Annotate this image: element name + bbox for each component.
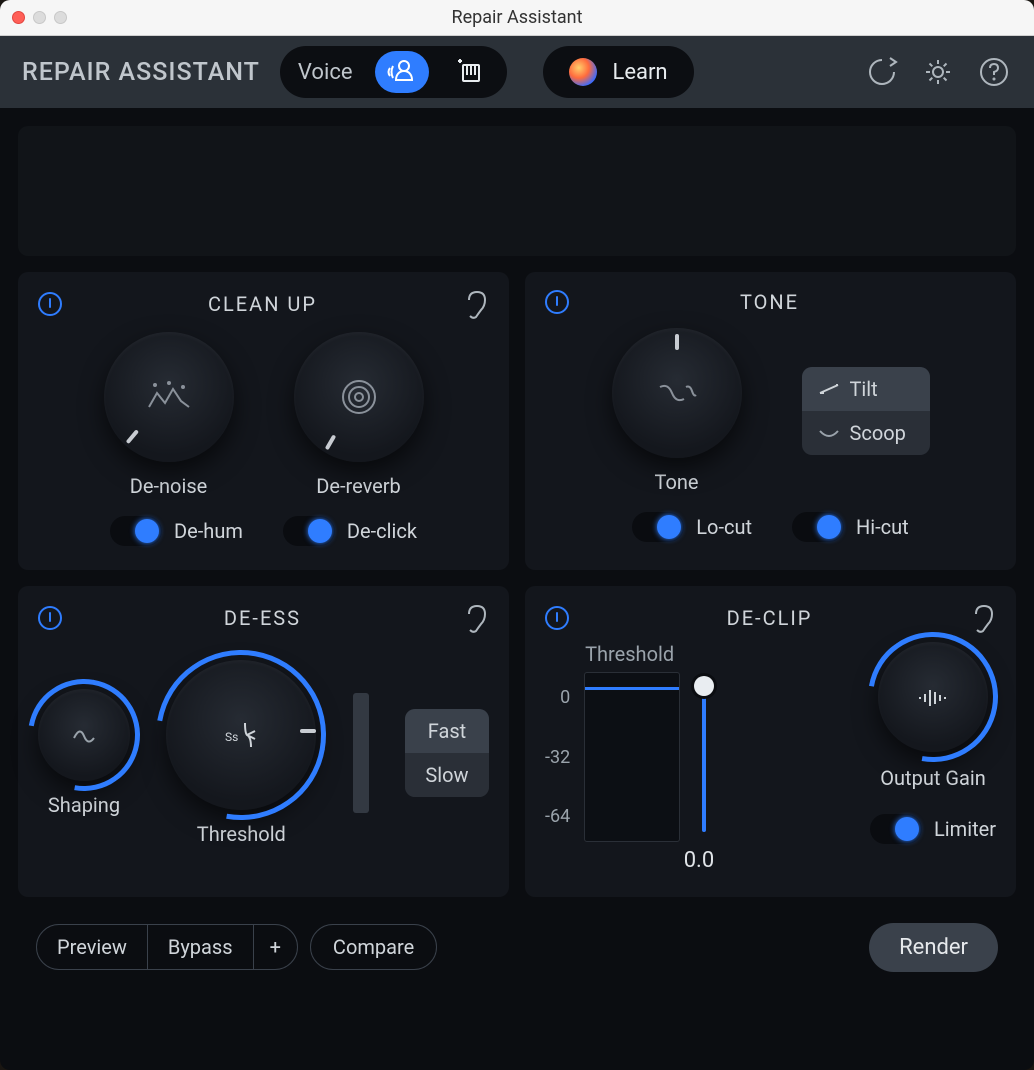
deess-seg-slow[interactable]: Slow <box>405 753 489 797</box>
spectrum-display[interactable] <box>18 126 1016 256</box>
shaping-label: Shaping <box>48 793 120 817</box>
mode-instrument-icon[interactable] <box>443 51 497 93</box>
output-gain-label: Output Gain <box>880 766 986 790</box>
module-grid: CLEAN UP De-noise <box>18 272 1016 897</box>
add-preset-button[interactable]: + <box>254 925 297 969</box>
minimize-window-button[interactable] <box>33 11 46 24</box>
learn-button[interactable]: Learn <box>543 46 694 98</box>
declip-power-button[interactable] <box>545 606 569 630</box>
main-content: CLEAN UP De-noise <box>0 108 1034 1070</box>
shaping-knob[interactable] <box>38 689 130 781</box>
cleanup-listen-icon[interactable] <box>463 290 489 318</box>
tone-mode-segment: Tilt Scoop <box>802 367 930 455</box>
denoise-label: De-noise <box>130 474 208 498</box>
deess-title: DE-ESS <box>224 606 301 630</box>
hicut-toggle[interactable]: Hi-cut <box>792 512 909 542</box>
deess-seg-fast[interactable]: Fast <box>405 709 489 753</box>
tone-knob[interactable] <box>612 328 742 458</box>
scale-2: -64 <box>545 806 570 827</box>
tilt-label: Tilt <box>850 377 878 401</box>
deess-threshold-knob[interactable]: Ss <box>166 660 316 810</box>
tone-title: TONE <box>740 290 799 314</box>
history-icon[interactable] <box>864 54 900 90</box>
threshold-value: 0.0 <box>684 848 715 873</box>
limiter-label: Limiter <box>934 817 996 841</box>
compare-button[interactable]: Compare <box>310 924 437 970</box>
close-window-button[interactable] <box>12 11 25 24</box>
tone-power-button[interactable] <box>545 290 569 314</box>
learn-orb-icon <box>569 58 597 86</box>
learn-label: Learn <box>613 60 668 85</box>
slow-label: Slow <box>425 763 468 787</box>
threshold-scale: 0 -32 -64 <box>545 687 570 827</box>
plugin-window: Repair Assistant REPAIR ASSISTANT Voice … <box>0 0 1034 1070</box>
output-gain-knob[interactable] <box>878 642 988 752</box>
threshold-slider[interactable] <box>694 682 714 832</box>
declip-title: DE-CLIP <box>727 606 813 630</box>
mode-selector: Voice <box>280 46 507 98</box>
preview-group: Preview Bypass + <box>36 924 298 970</box>
cleanup-title: CLEAN UP <box>208 292 317 316</box>
window-titlebar: Repair Assistant <box>0 0 1034 36</box>
declick-toggle[interactable]: De-click <box>283 516 417 546</box>
help-icon[interactable] <box>976 54 1012 90</box>
tilt-icon <box>818 381 840 397</box>
preview-button[interactable]: Preview <box>37 925 148 969</box>
scale-1: -32 <box>545 747 570 768</box>
module-cleanup: CLEAN UP De-noise <box>18 272 509 570</box>
cleanup-power-button[interactable] <box>38 292 62 316</box>
declip-listen-icon[interactable] <box>970 604 996 632</box>
scale-0: 0 <box>545 687 570 708</box>
fast-label: Fast <box>428 719 466 743</box>
threshold-line <box>585 687 679 690</box>
footer-bar: Preview Bypass + Compare Render <box>18 913 1016 981</box>
dehum-toggle[interactable]: De-hum <box>110 516 243 546</box>
deess-listen-icon[interactable] <box>463 604 489 632</box>
dereverb-label: De-reverb <box>316 474 401 498</box>
deess-threshold-label: Threshold <box>197 822 286 846</box>
settings-gear-icon[interactable] <box>920 54 956 90</box>
module-declip: DE-CLIP Threshold 0 -32 -64 <box>525 586 1016 897</box>
traffic-lights <box>12 11 67 24</box>
mode-voice-label[interactable]: Voice <box>290 60 361 85</box>
tone-seg-tilt[interactable]: Tilt <box>802 367 930 411</box>
limiter-toggle[interactable]: Limiter <box>870 814 996 844</box>
threshold-display[interactable] <box>584 672 680 842</box>
tone-knob-label: Tone <box>654 470 698 494</box>
dehum-label: De-hum <box>174 519 243 543</box>
hicut-label: Hi-cut <box>856 515 909 539</box>
module-deess: DE-ESS Shaping Ss <box>18 586 509 897</box>
svg-text:Ss: Ss <box>225 730 238 744</box>
zoom-window-button[interactable] <box>54 11 67 24</box>
scoop-label: Scoop <box>850 421 906 445</box>
deess-speed-segment: Fast Slow <box>405 709 489 797</box>
plugin-header: REPAIR ASSISTANT Voice Learn <box>0 36 1034 108</box>
render-button[interactable]: Render <box>869 923 998 972</box>
tone-seg-scoop[interactable]: Scoop <box>802 411 930 455</box>
locut-label: Lo-cut <box>696 515 752 539</box>
deess-power-button[interactable] <box>38 606 62 630</box>
declick-label: De-click <box>347 519 417 543</box>
scoop-icon <box>818 425 840 441</box>
bypass-button[interactable]: Bypass <box>148 925 254 969</box>
mode-voice-icon[interactable] <box>375 51 429 93</box>
dereverb-knob[interactable] <box>294 332 424 462</box>
declip-threshold-title: Threshold <box>585 642 674 666</box>
denoise-knob[interactable] <box>104 332 234 462</box>
locut-toggle[interactable]: Lo-cut <box>632 512 752 542</box>
module-tone: TONE Tone Tilt <box>525 272 1016 570</box>
app-title: REPAIR ASSISTANT <box>22 58 260 87</box>
window-title: Repair Assistant <box>452 7 583 28</box>
deess-meter <box>353 693 369 813</box>
